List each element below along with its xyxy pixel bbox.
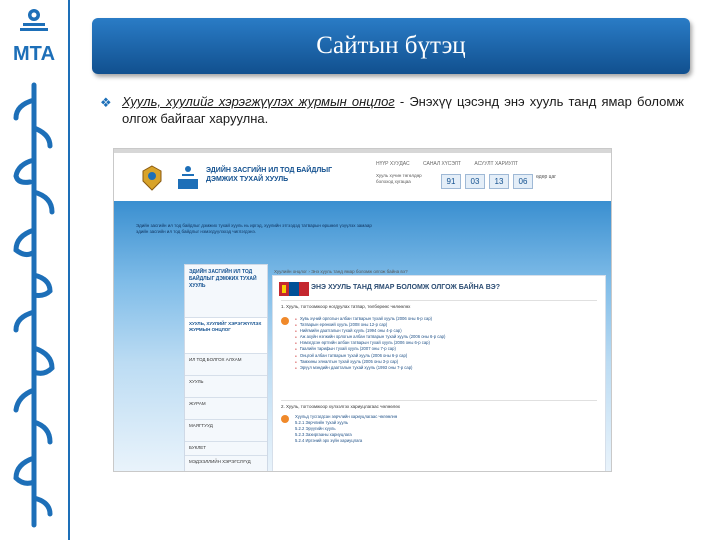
- marker-icon: [281, 317, 289, 325]
- sidebar-heading: ЭДИЙН ЗАСГИЙН ИЛ ТОД БАЙДЛЫГ ДЭМЖИХ ТУХА…: [189, 269, 257, 289]
- logo-text: МТА: [13, 43, 55, 65]
- divider: [281, 300, 597, 301]
- list-item[interactable]: Эрүүл мэндийн даатгалын тухай хууль (199…: [295, 365, 445, 371]
- sidebar-item-media[interactable]: МЭДЭЭЛЛИЙН ХЭРЭГСЛҮҮД: [185, 455, 267, 471]
- nav-feedback-link[interactable]: САНАЛ ХҮСЭЛТ: [423, 161, 461, 167]
- sidebar-item-forms[interactable]: МАЯГТУУД: [185, 419, 267, 441]
- benefit-list-1: Хувь хүний орлогын албан татварын тухай …: [295, 316, 446, 371]
- question-heading-2: 2. Хууль, тогтоомжоор хүлээлгэх хариуцла…: [281, 404, 401, 409]
- sidebar-item-booklet[interactable]: БУКЛЕТ: [185, 441, 267, 455]
- bullet-paragraph: Хууль, хуулийг хэрэгжүүлэх журмын онцлог…: [122, 93, 684, 127]
- countdown-digit: 91: [441, 174, 461, 189]
- question-heading-1: 1. Хууль, тогтоомжоор ногдуулах татвар, …: [281, 304, 411, 309]
- site-intro-text: Эдийн засгийн ил тод байдлыг дэмжих туха…: [136, 223, 372, 234]
- site-sidebar: ЭДИЙН ЗАСГИЙН ИЛ ТОД БАЙДЛЫГ ДЭМЖИХ ТУХА…: [184, 264, 268, 471]
- list-item[interactable]: 5.2.4 Иргэний эрх зүйн хариуцлага: [295, 438, 397, 444]
- marker-icon: [281, 415, 289, 423]
- sidebar-item-law-features[interactable]: ХУУЛЬ, ХУУЛИЙГ ХЭРЭГЖҮҮЛЭХ ЖУРМЫН ОНЦЛОГ: [185, 317, 267, 353]
- website-screenshot: ЭДИЙН ЗАСГИЙН ИЛ ТОД БАЙДЛЫГ ДЭМЖИХ ТУХА…: [113, 148, 612, 472]
- nav-faq-link[interactable]: АСУУЛТ ХАРИУЛТ: [474, 161, 518, 167]
- countdown-digit: 03: [465, 174, 485, 189]
- countdown-timer: 91 03 13 06: [441, 171, 537, 189]
- mta-logo-icon: МТА: [13, 9, 55, 65]
- breadcrumb: Хуулийн онцлог › Энэ хууль танд ямар бол…: [274, 269, 408, 274]
- paragraph-link-text[interactable]: Хууль, хуулийг хэрэгжүүлэх журмын онцлог: [122, 94, 395, 109]
- site-title: ЭДИЙН ЗАСГИЙН ИЛ ТОД БАЙДЛЫГ ДЭМЖИХ ТУХА…: [206, 167, 333, 183]
- countdown-label: Хууль хүчин төгөлдөр болоход хугацаа: [376, 173, 422, 184]
- state-emblem-icon: [142, 165, 162, 191]
- benefit-list-2: Хуульд тусгагдсан зөрчлийн хариуцлагаас …: [295, 414, 397, 444]
- countdown-unit: өдөр цаг: [536, 174, 557, 180]
- sidebar-item-regulation[interactable]: ЖУРАМ: [185, 397, 267, 419]
- site-main-content: ЭНЭ ХУУЛЬ ТАНД ЯМАР БОЛОМЖ ОЛГОЖ БАЙНА В…: [272, 275, 606, 471]
- mongolian-flag-icon: [279, 282, 309, 296]
- site-logo-icon: [178, 166, 198, 189]
- site-top-nav: НҮҮР ХУУДАС САНАЛ ХҮСЭЛТ АСУУЛТ ХАРИУЛТ: [376, 161, 530, 167]
- sidebar-item-law[interactable]: ХУУЛЬ: [185, 375, 267, 397]
- bullet-icon: ❖: [100, 95, 112, 110]
- main-heading: ЭНЭ ХУУЛЬ ТАНД ЯМАР БОЛОМЖ ОЛГОЖ БАЙНА В…: [311, 284, 501, 291]
- title-banner: Сайтын бүтэц: [92, 18, 690, 74]
- mongolian-script-graphic: [13, 82, 55, 528]
- nav-home-link[interactable]: НҮҮР ХУУДАС: [376, 161, 410, 167]
- site-header: ЭДИЙН ЗАСГИЙН ИЛ ТОД БАЙДЛЫГ ДЭМЖИХ ТУХА…: [114, 153, 611, 201]
- slide-title: Сайтын бүтэц: [316, 32, 466, 59]
- divider: [281, 400, 597, 401]
- countdown-digit: 13: [489, 174, 509, 189]
- sidebar-item-steps[interactable]: ИЛ ТОД БОЛГОХ АЛХАМ: [185, 353, 267, 375]
- brand-sidebar: МТА: [0, 0, 70, 540]
- countdown-digit: 06: [513, 174, 533, 189]
